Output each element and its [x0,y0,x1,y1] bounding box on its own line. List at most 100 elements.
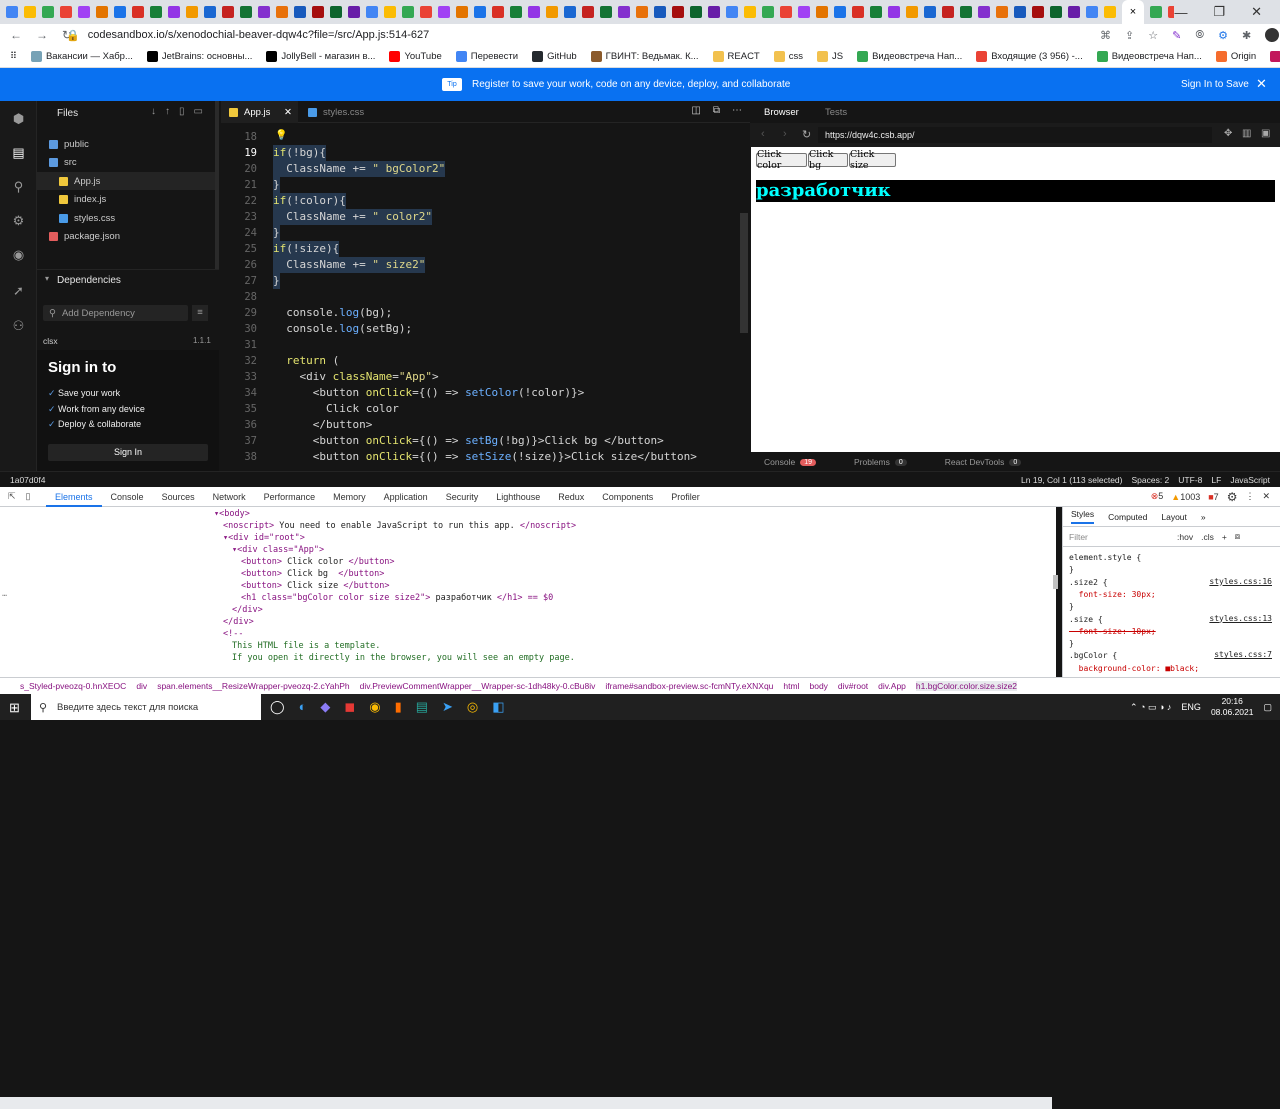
tab-favicon[interactable] [168,6,180,18]
bookmark-item[interactable]: Перевести [455,51,518,62]
tab-favicon[interactable] [636,6,648,18]
cls-toggle[interactable]: .cls [1201,532,1214,542]
signin-button[interactable]: Sign In [48,444,208,461]
tab-favicon[interactable] [1068,6,1080,18]
dom-node[interactable]: </div> [223,616,254,628]
tab-favicon[interactable] [618,6,630,18]
avatar[interactable] [1265,28,1280,42]
breadcrumb-item[interactable]: span.elements__ResizeWrapper-pveozq-2.cY… [157,681,349,691]
translate-icon[interactable]: ⌘ [1100,29,1111,42]
back-icon[interactable]: ← [10,28,22,42]
devtools-tab-security[interactable]: Security [437,487,488,507]
edge-icon[interactable]: ◐ [299,699,307,715]
bookmark-item[interactable]: Видеовстреча Нап... [1096,51,1202,62]
tab-favicon[interactable] [150,6,162,18]
extension-icon[interactable]: ⦾ [1195,29,1204,42]
tab-favicon[interactable] [870,6,882,18]
tab-favicon[interactable] [528,6,540,18]
settings-icon[interactable]: ⚙ [1227,490,1238,504]
style-rule-line[interactable]: .size2 { [1069,577,1108,589]
scrollbar[interactable] [215,101,219,269]
style-source-link[interactable]: styles.css:13 [1209,614,1272,623]
github-icon[interactable]: ◉ [11,247,26,262]
devtools-tab-performance[interactable]: Performance [255,487,325,507]
bookmark-item[interactable]: JollyBell - магазин в... [266,51,375,62]
click-bg-button[interactable]: Click bg [808,149,848,171]
tab-favicon[interactable] [114,6,126,18]
bookmark-item[interactable]: Origin [1215,51,1256,62]
style-source-link[interactable]: styles.css:7 [1214,650,1272,659]
file-item-App-js[interactable]: App.js [37,172,219,190]
dom-node[interactable]: <noscript> You need to enable JavaScript… [223,520,576,532]
style-rule-line[interactable]: font-size: 10px; [1069,626,1156,638]
devtools-tab-application[interactable]: Application [375,487,437,507]
bookmark-item[interactable]: Видеовстреча Нап... [857,51,962,62]
issues-count[interactable]: ■7 [1208,492,1218,502]
app-icon[interactable]: ▤ [416,699,428,715]
tab-favicon[interactable] [672,6,684,18]
tab-favicon[interactable] [564,6,576,18]
style-rule-line[interactable]: } [1069,601,1074,613]
tab-favicon[interactable] [384,6,396,18]
breadcrumb-item[interactable]: div.App [878,681,906,691]
tab-favicon[interactable] [546,6,558,18]
tab-favicon[interactable] [1014,6,1026,18]
tab-favicon[interactable] [222,6,234,18]
extension-icon[interactable]: ⚙ [1218,29,1228,42]
tab-favicon[interactable] [978,6,990,18]
error-count[interactable]: ⊗5 [1151,491,1164,502]
dom-node[interactable]: If you open it directly in the browser, … [232,652,575,664]
devtools-tab-profiler[interactable]: Profiler [662,487,709,507]
tab-favicon[interactable] [690,6,702,18]
tab-favicon[interactable] [600,6,612,18]
tab-favicon[interactable] [276,6,288,18]
elements-scrollbar[interactable] [1053,575,1058,589]
bottom-tab-console[interactable]: Console 19 [764,457,816,467]
dom-node[interactable]: <h1 class="bgColor color size size2"> ра… [241,592,553,604]
inspect-icon[interactable]: ⇱ [8,491,16,502]
back-icon[interactable]: ‹ [761,128,765,140]
forward-icon[interactable]: → [36,28,48,42]
tab-favicon[interactable] [852,6,864,18]
file-item-public[interactable]: public [37,135,219,153]
upload-icon[interactable]: ↑ [165,106,170,117]
tab-favicon[interactable] [1050,6,1062,18]
tab-favicon[interactable] [1086,6,1098,18]
bookmark-item[interactable]: css [773,51,803,62]
tray-icons[interactable]: ⌃ ◔ ▭ ◑ ♪ [1130,702,1171,713]
devtools-tab-console[interactable]: Console [102,487,153,507]
bookmark-item[interactable]: YouTube [389,51,442,62]
tab-favicon[interactable] [438,6,450,18]
tab-favicon[interactable] [942,6,954,18]
new-folder-icon[interactable]: ▭ [194,106,203,117]
tab-favicon[interactable] [996,6,1008,18]
dom-node[interactable]: This HTML file is a template. [232,640,380,652]
split-icon[interactable]: ◫ [691,105,700,116]
status-item[interactable]: JavaScript [1230,475,1270,485]
dependency-name[interactable]: clsx [43,336,58,346]
breadcrumb-item[interactable]: body [809,681,827,691]
breadcrumb-item[interactable]: html [783,681,799,691]
breadcrumb-item[interactable]: div [136,681,147,691]
tab-app-js[interactable]: App.js ✕ [221,101,298,123]
devtools-tab-redux[interactable]: Redux [549,487,593,507]
vscode-icon[interactable]: ◧ [492,699,504,715]
preview-icon[interactable]: ⧉ [713,105,720,116]
extension-icon[interactable]: ✎ [1172,29,1181,42]
styles-tab-computed[interactable]: Computed [1108,512,1147,522]
close-icon[interactable]: ✕ [1262,491,1270,502]
forward-icon[interactable]: › [783,128,787,140]
styles-tab-styles[interactable]: Styles [1071,509,1095,524]
tab-favicon[interactable] [6,6,18,18]
devtools-icon[interactable]: ✥ [1224,128,1232,139]
tab-favicon[interactable] [960,6,972,18]
app-icon[interactable]: ◆ [320,699,330,715]
tab-favicon[interactable] [330,6,342,18]
device-icon[interactable]: ▯ [26,491,31,502]
dom-node[interactable]: ▾<div class="App"> [232,544,324,556]
devtools-tab-network[interactable]: Network [204,487,255,507]
bookmark-item[interactable]: GitHub [532,51,577,62]
tab-favicon[interactable] [60,6,72,18]
windows-icon[interactable]: ⊞ [9,700,20,716]
gear-icon[interactable]: ⚙ [11,213,26,228]
